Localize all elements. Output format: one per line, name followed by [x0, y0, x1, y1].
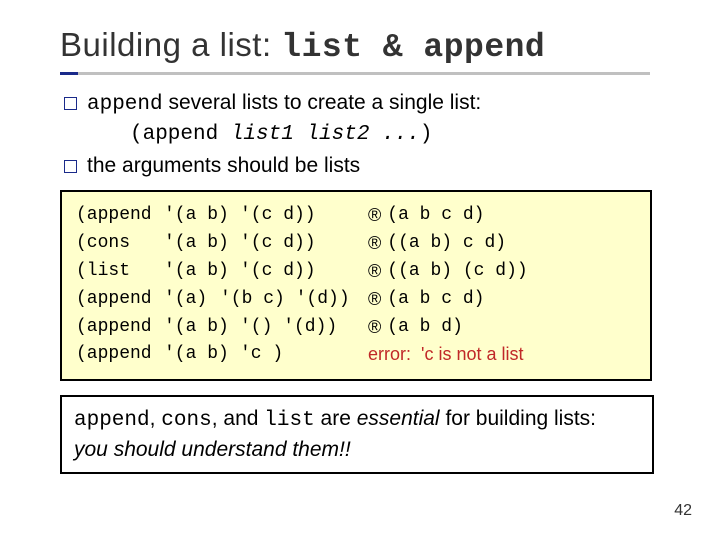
- title-mono: list & append: [281, 29, 545, 66]
- bullet-2: the arguments should be lists: [60, 152, 672, 180]
- note-line2: you should understand them!!: [74, 438, 351, 461]
- arrow-icon: ®: [368, 230, 381, 258]
- page-number: 42: [674, 502, 692, 520]
- syntax-line: (append list1 list2 ...): [130, 121, 672, 149]
- title-rule: [60, 72, 650, 75]
- bullet-1-text: append several lists to create a single …: [87, 89, 481, 119]
- bullet-2-text: the arguments should be lists: [87, 152, 360, 180]
- title-text: Building a list:: [60, 26, 281, 63]
- code-row: (append'(a b)'c )error: 'c is not a list: [76, 341, 636, 369]
- arrow-icon: ®: [368, 314, 381, 342]
- code-row: (append'(a b)'() '(d))®(a b d): [76, 314, 636, 342]
- code-row: (append'(a)'(b c) '(d))®(a b c d): [76, 286, 636, 314]
- error-text: error: 'c is not a list: [368, 341, 523, 369]
- code-examples-box: (append'(a b)'(c d))®(a b c d) (cons'(a …: [60, 190, 652, 381]
- bullet-marker-icon: [64, 97, 77, 110]
- slide-title: Building a list: list & append: [60, 26, 672, 66]
- arrow-icon: ®: [368, 286, 381, 314]
- code-row: (cons'(a b)'(c d))®((a b) c d): [76, 230, 636, 258]
- bullet-1: append several lists to create a single …: [60, 89, 672, 119]
- code-row: (list'(a b)'(c d))®((a b) (c d)): [76, 258, 636, 286]
- code-row: (append'(a b)'(c d))®(a b c d): [76, 202, 636, 230]
- bullet-marker-icon: [64, 160, 77, 173]
- note-box: append, cons, and list are essential for…: [60, 395, 654, 474]
- bullet-list: append several lists to create a single …: [60, 89, 672, 180]
- arrow-icon: ®: [368, 202, 381, 230]
- arrow-icon: ®: [368, 258, 381, 286]
